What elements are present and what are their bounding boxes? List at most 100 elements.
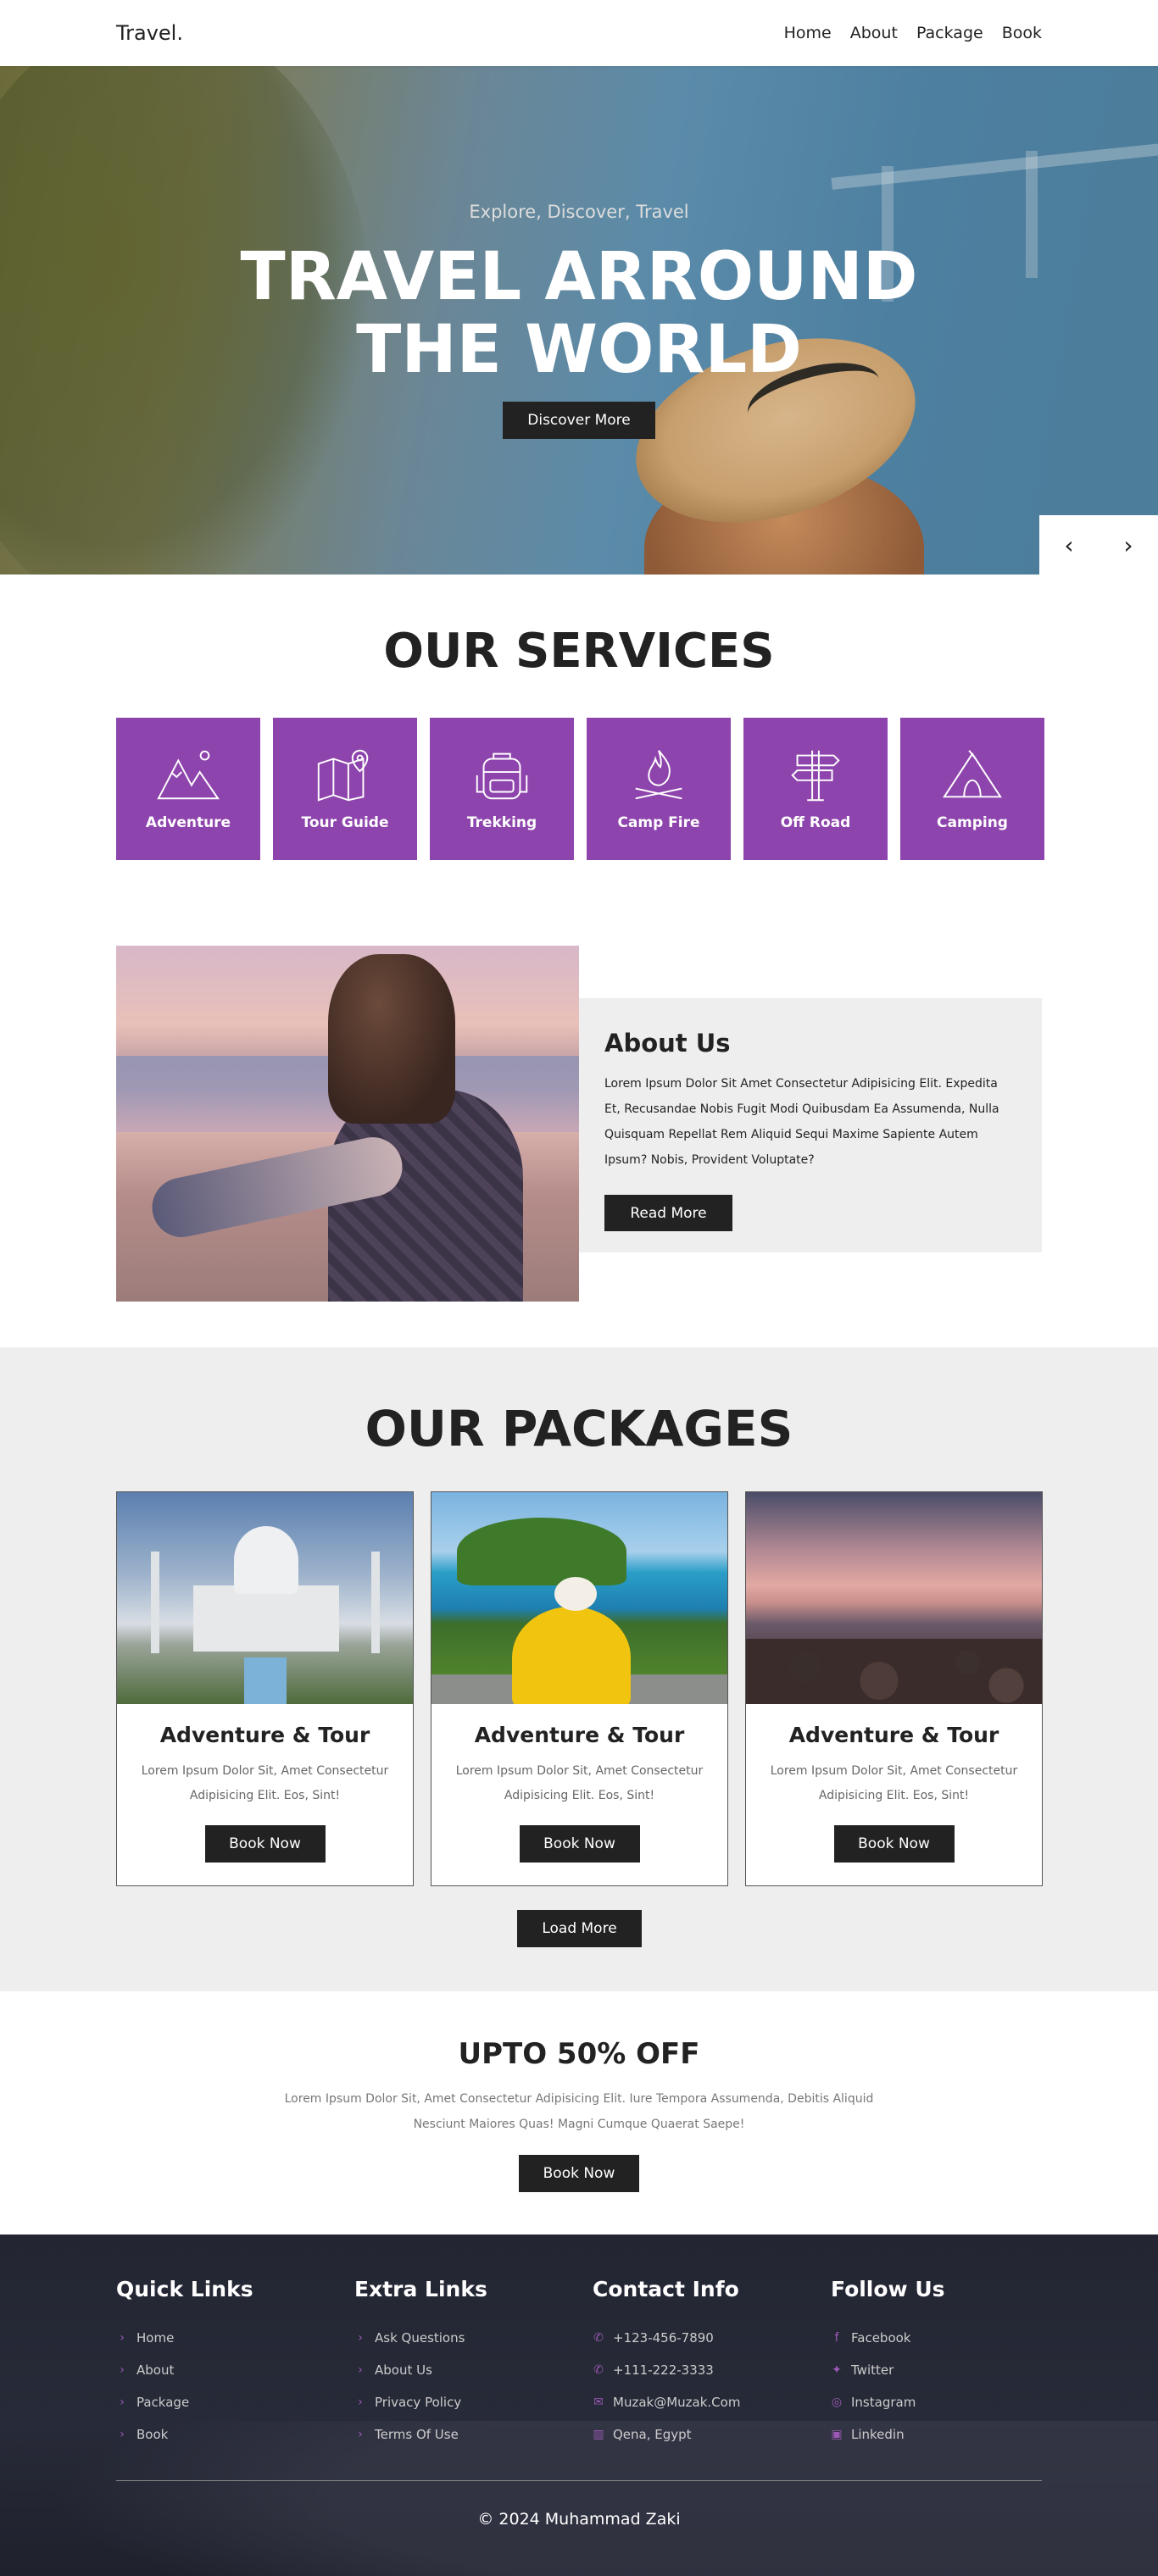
footer-columns: Quick Links › Home › About › Package › Book …	[116, 2277, 1069, 2451]
package-image-sunset-lake	[746, 1492, 1042, 1704]
footer-divider	[116, 2480, 1042, 2481]
package-card: Adventure & Tour Lorem Ipsum Dolor Sit, …	[431, 1491, 728, 1886]
package-card: Adventure & Tour Lorem Ipsum Dolor Sit, …	[116, 1491, 414, 1886]
chevron-right-icon: ›	[358, 2331, 363, 2345]
package-title: Adventure & Tour	[788, 1723, 999, 1747]
footer-link-about[interactable]: › About	[116, 2354, 354, 2386]
package-text: Lorem Ipsum Dolor Sit, Amet Consectetur …	[141, 1764, 389, 1802]
hero-banner: Explore, Discover, Travel TRAVEL ARROUND…	[0, 66, 1158, 575]
package-title: Adventure & Tour	[474, 1723, 685, 1747]
footer-link-facebook[interactable]: f Facebook	[831, 2322, 1069, 2354]
footer-link-home[interactable]: › Home	[116, 2322, 354, 2354]
chevron-right-icon: ›	[120, 2428, 125, 2441]
footer-email[interactable]: ✉ Muzak@Muzak.Com	[593, 2386, 831, 2418]
chevron-right-icon: ›	[358, 2396, 363, 2409]
chevron-right-icon[interactable]: ›	[1099, 515, 1158, 575]
book-now-button[interactable]: Book Now	[833, 1825, 955, 1863]
packages-title: OUR PACKAGES	[365, 1400, 793, 1457]
offer-title: UPTO 50% OFF	[458, 2037, 700, 2071]
hero-slider-controls: ‹ ›	[1039, 515, 1158, 575]
service-tour-guide[interactable]: Tour Guide	[273, 718, 417, 860]
footer-link-book[interactable]: › Book	[116, 2418, 354, 2451]
about-panel: About Us Lorem Ipsum Dolor Sit Amet Cons…	[579, 998, 1042, 1252]
service-label: Adventure	[145, 814, 231, 831]
footer-extra-links: Extra Links › Ask Questions › About Us › Pr…	[354, 2277, 593, 2451]
footer: Quick Links › Home › About › Package › Book …	[0, 2235, 1158, 2576]
discover-more-button[interactable]: Discover More	[503, 402, 655, 439]
footer-link-package[interactable]: › Package	[116, 2386, 354, 2418]
package-text: Lorem Ipsum Dolor Sit, Amet Consectetur …	[455, 1764, 704, 1802]
copyright: © 2024 Muhammad Zaki	[477, 2510, 681, 2529]
navbar: Travel. Home About Package Book	[0, 0, 1158, 66]
about-title: About Us	[604, 1029, 731, 1058]
package-cards: Adventure & Tour Lorem Ipsum Dolor Sit, …	[116, 1491, 1043, 1886]
nav-menu: Home About Package Book	[784, 24, 1042, 42]
envelope-icon: ✉	[593, 2396, 604, 2409]
map-icon: ▥	[593, 2428, 604, 2441]
nav-link-package[interactable]: Package	[916, 24, 983, 42]
footer-follow-us: Follow Us f Facebook ✦ Twitter ◎ Instagram …	[831, 2277, 1069, 2451]
service-trekking[interactable]: Trekking	[430, 718, 574, 860]
offer-book-now-button[interactable]: Book Now	[519, 2155, 639, 2192]
package-card: Adventure & Tour Lorem Ipsum Dolor Sit, …	[745, 1491, 1043, 1886]
offer-text: Lorem Ipsum Dolor Sit, Amet Consectetur …	[284, 2092, 874, 2131]
footer-link-linkedin[interactable]: ▣ Linkedin	[831, 2418, 1069, 2451]
read-more-button[interactable]: Read More	[604, 1195, 732, 1231]
load-more-button[interactable]: Load More	[517, 1910, 642, 1947]
footer-link-instagram[interactable]: ◎ Instagram	[831, 2386, 1069, 2418]
about-text: Lorem Ipsum Dolor Sit Amet Consectetur A…	[604, 1077, 999, 1167]
service-label: Camp Fire	[617, 814, 700, 831]
footer-heading: Follow Us	[831, 2277, 945, 2301]
chevron-right-icon: ›	[358, 2428, 363, 2441]
book-now-button[interactable]: Book Now	[204, 1825, 326, 1863]
packages-section: OUR PACKAGES Adventure & Tour Lorem Ipsu…	[0, 1347, 1158, 1991]
footer-phone-2[interactable]: ✆ +111-222-3333	[593, 2354, 831, 2386]
service-camping[interactable]: Camping	[900, 718, 1044, 860]
footer-link-twitter[interactable]: ✦ Twitter	[831, 2354, 1069, 2386]
about-image-woman	[328, 954, 455, 1124]
nav-link-about[interactable]: About	[850, 24, 898, 42]
nav-link-book[interactable]: Book	[1002, 24, 1042, 42]
footer-link-privacy-policy[interactable]: › Privacy Policy	[354, 2386, 593, 2418]
instagram-icon: ◎	[831, 2396, 843, 2409]
book-now-button[interactable]: Book Now	[519, 1825, 640, 1863]
linkedin-icon: ▣	[831, 2428, 843, 2441]
service-label: Camping	[937, 814, 1008, 831]
service-off-road[interactable]: Off Road	[743, 718, 888, 860]
footer-heading: Extra Links	[354, 2277, 487, 2301]
footer-phone-1[interactable]: ✆ +123-456-7890	[593, 2322, 831, 2354]
nav-link-home[interactable]: Home	[784, 24, 832, 42]
signpost-icon	[791, 750, 840, 802]
hero-title: TRAVEL ARROUND THE WORLD	[0, 241, 1158, 386]
package-image-taj-mahal	[117, 1492, 413, 1704]
logo[interactable]: Travel.	[116, 21, 183, 45]
service-label: Off Road	[780, 814, 851, 831]
service-adventure[interactable]: Adventure	[116, 718, 260, 860]
services-grid: Adventure Tour Guide Trekking Camp Fire …	[116, 718, 1044, 860]
tent-icon	[943, 750, 1002, 798]
mountain-icon	[157, 750, 220, 800]
twitter-icon: ✦	[832, 2363, 842, 2377]
footer-link-about-us[interactable]: › About Us	[354, 2354, 593, 2386]
footer-heading: Contact Info	[593, 2277, 739, 2301]
chevron-left-icon[interactable]: ‹	[1039, 515, 1099, 575]
campfire-icon	[635, 750, 682, 800]
phone-icon: ✆	[593, 2331, 604, 2345]
footer-contact-info: Contact Info ✆ +123-456-7890 ✆ +111-222-33…	[593, 2277, 831, 2451]
package-text: Lorem Ipsum Dolor Sit, Amet Consectetur …	[770, 1764, 1018, 1802]
package-title: Adventure & Tour	[159, 1723, 370, 1747]
hero-tagline: Explore, Discover, Travel	[469, 202, 689, 222]
map-pin-icon	[317, 749, 369, 802]
footer-link-ask-questions[interactable]: › Ask Questions	[354, 2322, 593, 2354]
hero-title-line2: THE WORLD	[356, 312, 802, 388]
service-label: Tour Guide	[301, 814, 389, 831]
footer-link-terms[interactable]: › Terms Of Use	[354, 2418, 593, 2451]
hero-title-line1: TRAVEL ARROUND	[240, 239, 918, 315]
service-camp-fire[interactable]: Camp Fire	[587, 718, 731, 860]
footer-location: ▥ Qena, Egypt	[593, 2427, 692, 2442]
about-image	[116, 946, 579, 1302]
backpack-icon	[476, 752, 528, 800]
chevron-right-icon: ›	[120, 2363, 125, 2377]
chevron-right-icon: ›	[120, 2396, 125, 2409]
footer-heading: Quick Links	[116, 2277, 253, 2301]
